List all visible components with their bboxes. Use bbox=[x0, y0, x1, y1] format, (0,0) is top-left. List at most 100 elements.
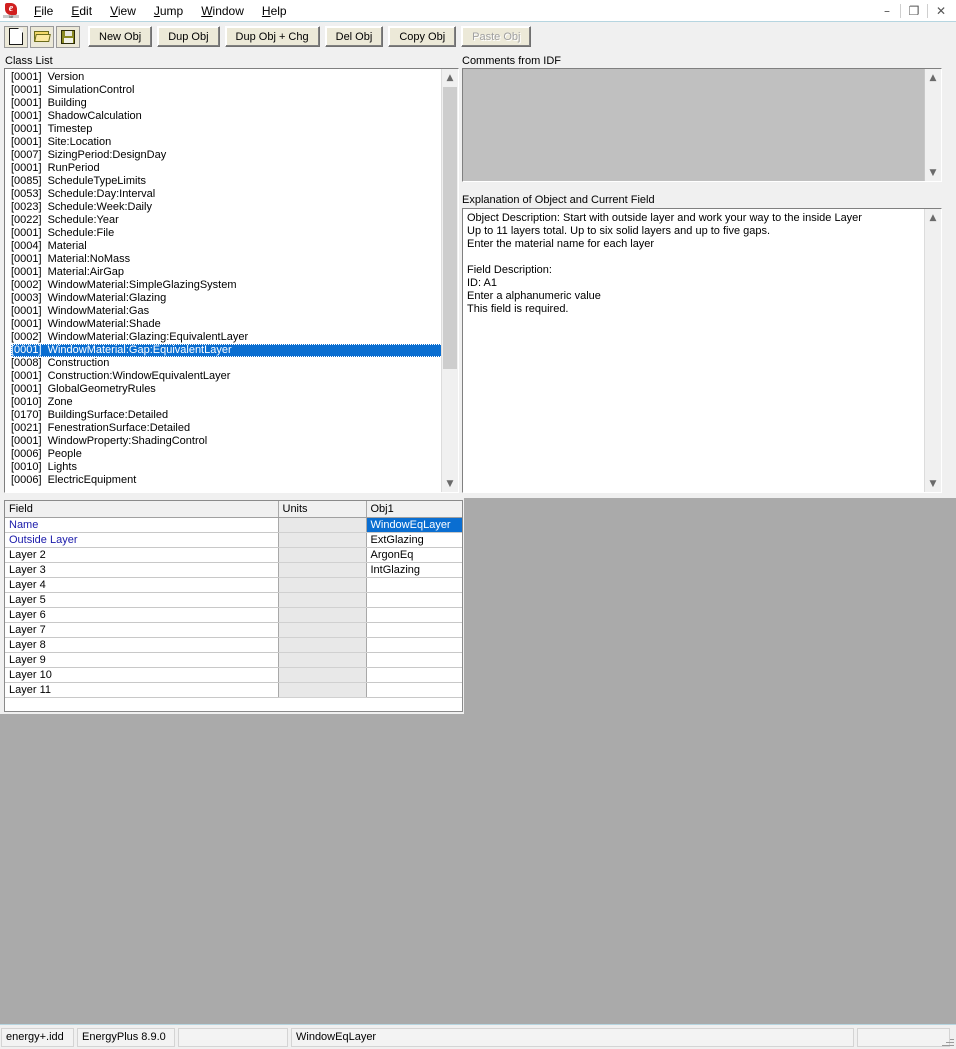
table-row[interactable]: Layer 10 bbox=[5, 667, 462, 683]
class-list-item[interactable]: [0002] WindowMaterial:SimpleGlazingSystem bbox=[11, 279, 441, 292]
field-value-cell[interactable]: ExtGlazing bbox=[366, 532, 462, 548]
minimize-icon[interactable]: – bbox=[874, 1, 900, 21]
explanation-panel[interactable]: Object Description: Start with outside l… bbox=[462, 208, 942, 493]
comments-scrollbar[interactable]: ▲ ▼ bbox=[924, 69, 941, 181]
field-value-cell[interactable]: ArgonEq bbox=[366, 547, 462, 563]
dup-obj-chg-button[interactable]: Dup Obj + Chg bbox=[224, 26, 320, 47]
class-list-item[interactable]: [0001] Site:Location bbox=[11, 136, 441, 149]
scroll-up-icon[interactable]: ▲ bbox=[925, 69, 941, 86]
class-list-item[interactable]: [0022] Schedule:Year bbox=[11, 214, 441, 227]
table-row[interactable]: Outside Layer ExtGlazing bbox=[5, 532, 462, 548]
class-list-item[interactable]: [0003] WindowMaterial:Glazing bbox=[11, 292, 441, 305]
field-name-cell: Layer 9 bbox=[5, 652, 279, 668]
column-header-field[interactable]: Field bbox=[5, 501, 279, 518]
field-value-cell[interactable] bbox=[366, 607, 462, 623]
class-list-item[interactable]: [0001] ShadowCalculation bbox=[11, 110, 441, 123]
class-list-item[interactable]: [0001] SimulationControl bbox=[11, 84, 441, 97]
class-list-item[interactable]: [0001] Construction:WindowEquivalentLayer bbox=[11, 370, 441, 383]
close-icon[interactable]: ✕ bbox=[928, 1, 954, 21]
object-field-grid[interactable]: Field Units Obj1 Name WindowEqLayer Outsid… bbox=[4, 500, 463, 712]
menu-jump[interactable]: Jump bbox=[145, 2, 192, 20]
class-item-name: RunPeriod bbox=[47, 162, 100, 174]
field-value-cell[interactable] bbox=[366, 652, 462, 668]
class-list-item[interactable]: [0001] Version bbox=[11, 71, 441, 84]
class-list-item[interactable]: [0004] Material bbox=[11, 240, 441, 253]
table-row[interactable]: Layer 4 bbox=[5, 577, 462, 593]
field-value-cell[interactable]: WindowEqLayer bbox=[366, 517, 462, 533]
class-list-item[interactable]: [0021] FenestrationSurface:Detailed bbox=[11, 422, 441, 435]
class-list-item[interactable]: [0001] Building bbox=[11, 97, 441, 110]
class-item-count: [0001] bbox=[11, 266, 42, 278]
del-obj-button[interactable]: Del Obj bbox=[324, 26, 384, 47]
class-list-item[interactable]: [0001] WindowMaterial:Shade bbox=[11, 318, 441, 331]
comments-textarea[interactable] bbox=[463, 69, 924, 181]
table-row[interactable]: Layer 5 bbox=[5, 592, 462, 608]
class-list-item[interactable]: [0001] WindowMaterial:Gap:EquivalentLayer bbox=[11, 344, 441, 357]
column-header-obj1[interactable]: Obj1 bbox=[366, 501, 462, 518]
field-value-cell[interactable] bbox=[366, 667, 462, 683]
class-list[interactable]: [0001] Version [0001] SimulationControl [000… bbox=[4, 68, 459, 493]
class-list-item[interactable]: [0001] GlobalGeometryRules bbox=[11, 383, 441, 396]
class-list-item[interactable]: [0006] ElectricEquipment bbox=[11, 474, 441, 487]
class-list-item[interactable]: [0007] SizingPeriod:DesignDay bbox=[11, 149, 441, 162]
field-value-cell[interactable] bbox=[366, 577, 462, 593]
class-list-item[interactable]: [0010] Lights bbox=[11, 461, 441, 474]
class-list-item[interactable]: [0001] Timestep bbox=[11, 123, 441, 136]
class-list-item[interactable]: [0085] ScheduleTypeLimits bbox=[11, 175, 441, 188]
class-list-item[interactable]: [0006] People bbox=[11, 448, 441, 461]
field-value-cell[interactable] bbox=[366, 592, 462, 608]
table-row[interactable]: Layer 2 ArgonEq bbox=[5, 547, 462, 563]
field-value-cell[interactable] bbox=[366, 622, 462, 638]
class-list-item[interactable]: [0002] WindowMaterial:Glazing:EquivalentL… bbox=[11, 331, 441, 344]
class-item-name: Material bbox=[47, 240, 87, 252]
copy-obj-button[interactable]: Copy Obj bbox=[388, 26, 457, 47]
new-file-icon[interactable] bbox=[4, 25, 28, 48]
table-row[interactable]: Layer 7 bbox=[5, 622, 462, 638]
dup-obj-button[interactable]: Dup Obj bbox=[157, 26, 220, 47]
table-row[interactable]: Layer 11 bbox=[5, 682, 462, 698]
class-list-item[interactable]: [0001] Material:AirGap bbox=[11, 266, 441, 279]
class-list-scrollbar[interactable]: ▲ ▼ bbox=[441, 69, 458, 492]
scroll-up-icon[interactable]: ▲ bbox=[442, 69, 458, 86]
explanation-scrollbar[interactable]: ▲ ▼ bbox=[924, 209, 941, 492]
scroll-down-icon[interactable]: ▼ bbox=[925, 475, 941, 492]
save-file-icon[interactable] bbox=[56, 25, 80, 48]
table-row[interactable]: Layer 6 bbox=[5, 607, 462, 623]
field-value-cell[interactable]: IntGlazing bbox=[366, 562, 462, 578]
menu-edit[interactable]: Edit bbox=[62, 2, 101, 20]
scroll-down-icon[interactable]: ▼ bbox=[442, 475, 458, 492]
class-list-item[interactable]: [0023] Schedule:Week:Daily bbox=[11, 201, 441, 214]
class-item-count: [0004] bbox=[11, 240, 42, 252]
table-row[interactable]: Layer 8 bbox=[5, 637, 462, 653]
class-list-item[interactable]: [0001] Schedule:File bbox=[11, 227, 441, 240]
field-value-cell[interactable] bbox=[366, 637, 462, 653]
table-row[interactable]: Name WindowEqLayer bbox=[5, 517, 462, 533]
resize-grip-icon[interactable] bbox=[940, 1033, 954, 1047]
comments-panel[interactable]: ▲ ▼ bbox=[462, 68, 942, 182]
menu-view[interactable]: View bbox=[101, 2, 145, 20]
class-item-name: ShadowCalculation bbox=[47, 110, 142, 122]
menu-help[interactable]: Help bbox=[253, 2, 296, 20]
field-value-cell[interactable] bbox=[366, 682, 462, 698]
table-row[interactable]: Layer 3 IntGlazing bbox=[5, 562, 462, 578]
table-row[interactable]: Layer 9 bbox=[5, 652, 462, 668]
class-list-item[interactable]: [0001] WindowMaterial:Gas bbox=[11, 305, 441, 318]
new-obj-button[interactable]: New Obj bbox=[88, 26, 153, 47]
open-file-icon[interactable] bbox=[30, 25, 54, 48]
column-header-units[interactable]: Units bbox=[278, 501, 367, 518]
class-list-item[interactable]: [0053] Schedule:Day:Interval bbox=[11, 188, 441, 201]
class-list-item[interactable]: [0001] Material:NoMass bbox=[11, 253, 441, 266]
class-list-item[interactable]: [0001] WindowProperty:ShadingControl bbox=[11, 435, 441, 448]
scroll-up-icon[interactable]: ▲ bbox=[925, 209, 941, 226]
field-units-cell bbox=[278, 547, 367, 563]
scrollbar-thumb[interactable] bbox=[443, 87, 457, 369]
restore-icon[interactable]: ❐ bbox=[901, 1, 927, 21]
menu-file[interactable]: File bbox=[25, 2, 62, 20]
class-list-item[interactable]: [0001] RunPeriod bbox=[11, 162, 441, 175]
workspace-backdrop-lower bbox=[0, 714, 956, 1024]
class-list-item[interactable]: [0170] BuildingSurface:Detailed bbox=[11, 409, 441, 422]
class-list-item[interactable]: [0010] Zone bbox=[11, 396, 441, 409]
menu-window[interactable]: Window bbox=[192, 2, 253, 20]
class-list-item[interactable]: [0008] Construction bbox=[11, 357, 441, 370]
scroll-down-icon[interactable]: ▼ bbox=[925, 164, 941, 181]
